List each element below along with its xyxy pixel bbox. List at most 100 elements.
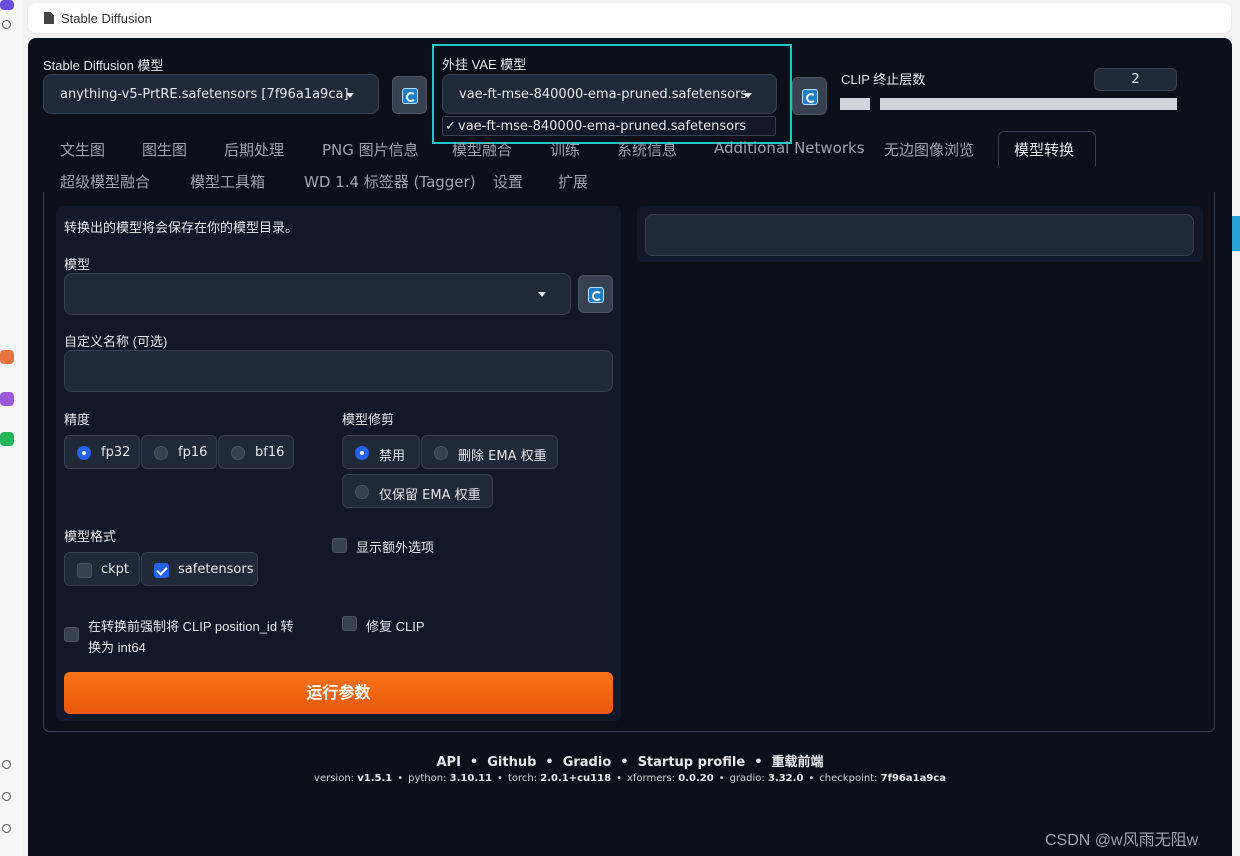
browser-tab-title[interactable]: Stable Diffusion xyxy=(61,11,152,26)
sidebar-tool-icon-3[interactable] xyxy=(2,824,11,833)
favorite-icon[interactable] xyxy=(2,20,11,29)
sd-model-value: anything-v5-PrtRE.safetensors [7f96a1a9c… xyxy=(60,87,349,102)
footer-meta-value: 3.32.0 xyxy=(767,773,804,784)
checkbox-ckpt[interactable]: ckpt xyxy=(64,552,140,586)
refresh-icon xyxy=(402,88,418,104)
model-label: 模型 xyxy=(64,257,91,272)
footer-meta-value: 0.0.20 xyxy=(678,773,714,784)
footer-link[interactable]: 重载前端 xyxy=(772,755,824,770)
tab-row2-3[interactable]: WD 1.4 标签器 (Tagger) xyxy=(304,171,476,192)
tab-row2-5[interactable]: 扩展 xyxy=(558,171,588,192)
sd-model-label: Stable Diffusion 模型 xyxy=(43,58,164,73)
radio-label: fp16 xyxy=(178,445,208,460)
checkbox-safetensors[interactable]: safetensors xyxy=(141,552,258,586)
tab-1[interactable]: 文生图 xyxy=(60,139,105,160)
show-extra-label[interactable]: 显示额外选项 xyxy=(356,537,434,556)
radio-fp16[interactable]: fp16 xyxy=(141,435,217,469)
precision-label: 精度 xyxy=(64,412,91,427)
checkbox-indicator xyxy=(77,563,92,578)
footer-meta-key: version: xyxy=(314,773,358,784)
radio-label: 仅保留 EMA 权重 xyxy=(379,488,481,503)
footer-meta-key: checkpoint: xyxy=(819,773,881,784)
radio-indicator xyxy=(231,446,245,460)
browser-right-strip xyxy=(1232,0,1240,856)
vae-highlight-box xyxy=(432,44,792,144)
app-root: Stable Diffusion 模型 anything-v5-PrtRE.sa… xyxy=(28,38,1232,856)
footer-meta: version: v1.5.1 • python: 3.10.11 • torch: 2… xyxy=(28,773,1232,784)
tab-6[interactable]: 训练 xyxy=(550,139,580,160)
radio-label: 删除 EMA 权重 xyxy=(458,449,547,464)
output-textbox[interactable] xyxy=(645,214,1194,256)
footer-meta-separator: • xyxy=(497,773,503,784)
tab-9[interactable]: 无边图像浏览 xyxy=(884,139,974,160)
custom-name-input[interactable] xyxy=(64,350,613,392)
footer-meta-separator: • xyxy=(397,773,404,784)
watermark: CSDN @w风雨无阻w xyxy=(1045,832,1199,849)
sidebar-tool-icon-2[interactable] xyxy=(2,792,11,801)
footer-separator: • xyxy=(754,755,763,770)
force-clip-label-line1[interactable]: 在转换前强制将 CLIP position_id 转 xyxy=(88,616,294,635)
refresh-vae-button[interactable] xyxy=(792,77,827,115)
radio-prune-disabled[interactable]: 禁用 xyxy=(342,435,420,469)
sd-model-select[interactable]: anything-v5-PrtRE.safetensors [7f96a1a9c… xyxy=(43,74,379,114)
app-icon-3[interactable] xyxy=(0,432,14,446)
footer-meta-value: 2.0.1+cu118 xyxy=(540,773,612,784)
footer-link[interactable]: Github xyxy=(487,755,536,770)
radio-indicator xyxy=(434,446,448,460)
tab-7[interactable]: 系统信息 xyxy=(617,139,677,160)
footer-link[interactable]: Gradio xyxy=(563,755,612,770)
checkbox-label: ckpt xyxy=(101,562,130,577)
tab-4[interactable]: PNG 图片信息 xyxy=(322,139,419,160)
footer-meta-key: torch: xyxy=(507,773,541,784)
clip-skip-number-input[interactable]: 2 xyxy=(1094,68,1177,91)
radio-label: 禁用 xyxy=(379,449,406,464)
tab-8[interactable]: Additional Networks xyxy=(714,139,865,157)
tab-3[interactable]: 后期处理 xyxy=(224,139,284,160)
fix-clip-checkbox[interactable] xyxy=(342,616,357,631)
radio-prune-no-ema[interactable]: 删除 EMA 权重 xyxy=(421,435,558,469)
radio-bf16[interactable]: bf16 xyxy=(218,435,294,469)
footer-meta-key: gradio: xyxy=(729,773,768,784)
clip-skip-slider[interactable] xyxy=(840,98,1177,110)
chevron-down-icon xyxy=(538,292,546,297)
sidebar-tool-icon-1[interactable] xyxy=(2,760,11,769)
run-button[interactable]: 运行参数 xyxy=(64,672,613,714)
radio-fp32[interactable]: fp32 xyxy=(64,435,140,469)
extension-icon[interactable] xyxy=(0,0,14,10)
tab-10[interactable]: 模型转换 xyxy=(1014,139,1074,160)
refresh-model-button[interactable] xyxy=(578,275,613,313)
tab-2[interactable]: 图生图 xyxy=(142,139,187,160)
tab-row2-2[interactable]: 模型工具箱 xyxy=(190,171,265,192)
custom-name-label: 自定义名称 (可选) xyxy=(64,334,168,349)
footer-meta-value: v1.5.1 xyxy=(357,773,393,784)
force-clip-label-line2[interactable]: 换为 int64 xyxy=(88,637,146,656)
footer-meta-value: 7f96a1a9ca xyxy=(880,773,946,784)
app-icon-1[interactable] xyxy=(0,350,14,364)
show-extra-checkbox[interactable] xyxy=(332,538,347,553)
radio-indicator xyxy=(355,485,369,499)
refresh-sd-model-button[interactable] xyxy=(392,76,427,114)
tab-5[interactable]: 模型融合 xyxy=(452,139,512,160)
footer-separator: • xyxy=(545,755,554,770)
footer-link[interactable]: API xyxy=(436,755,460,770)
refresh-icon xyxy=(588,287,604,303)
radio-indicator xyxy=(355,446,369,460)
footer-links: API • Github • Gradio • Startup profile • 重载前端 xyxy=(28,751,1232,770)
tab-row2-4[interactable]: 设置 xyxy=(493,171,523,192)
app-icon-2[interactable] xyxy=(0,392,14,406)
footer-meta-key: xformers: xyxy=(626,773,679,784)
force-clip-int64-checkbox[interactable] xyxy=(64,627,79,642)
radio-prune-ema-only[interactable]: 仅保留 EMA 权重 xyxy=(342,474,493,508)
footer-meta-separator: • xyxy=(718,773,725,784)
slider-thumb[interactable] xyxy=(870,98,880,110)
fix-clip-label[interactable]: 修复 CLIP xyxy=(366,616,425,635)
footer-meta-key: python: xyxy=(408,773,450,784)
footer-meta-value: 3.10.11 xyxy=(449,773,493,784)
browser-tab-bar: Stable Diffusion xyxy=(28,3,1231,33)
model-select[interactable] xyxy=(64,273,571,315)
tab-row2-1[interactable]: 超级模型融合 xyxy=(60,171,150,192)
prune-label: 模型修剪 xyxy=(342,412,395,427)
footer-separator: • xyxy=(469,755,479,770)
footer-link[interactable]: Startup profile xyxy=(638,755,746,770)
refresh-icon xyxy=(802,89,818,105)
